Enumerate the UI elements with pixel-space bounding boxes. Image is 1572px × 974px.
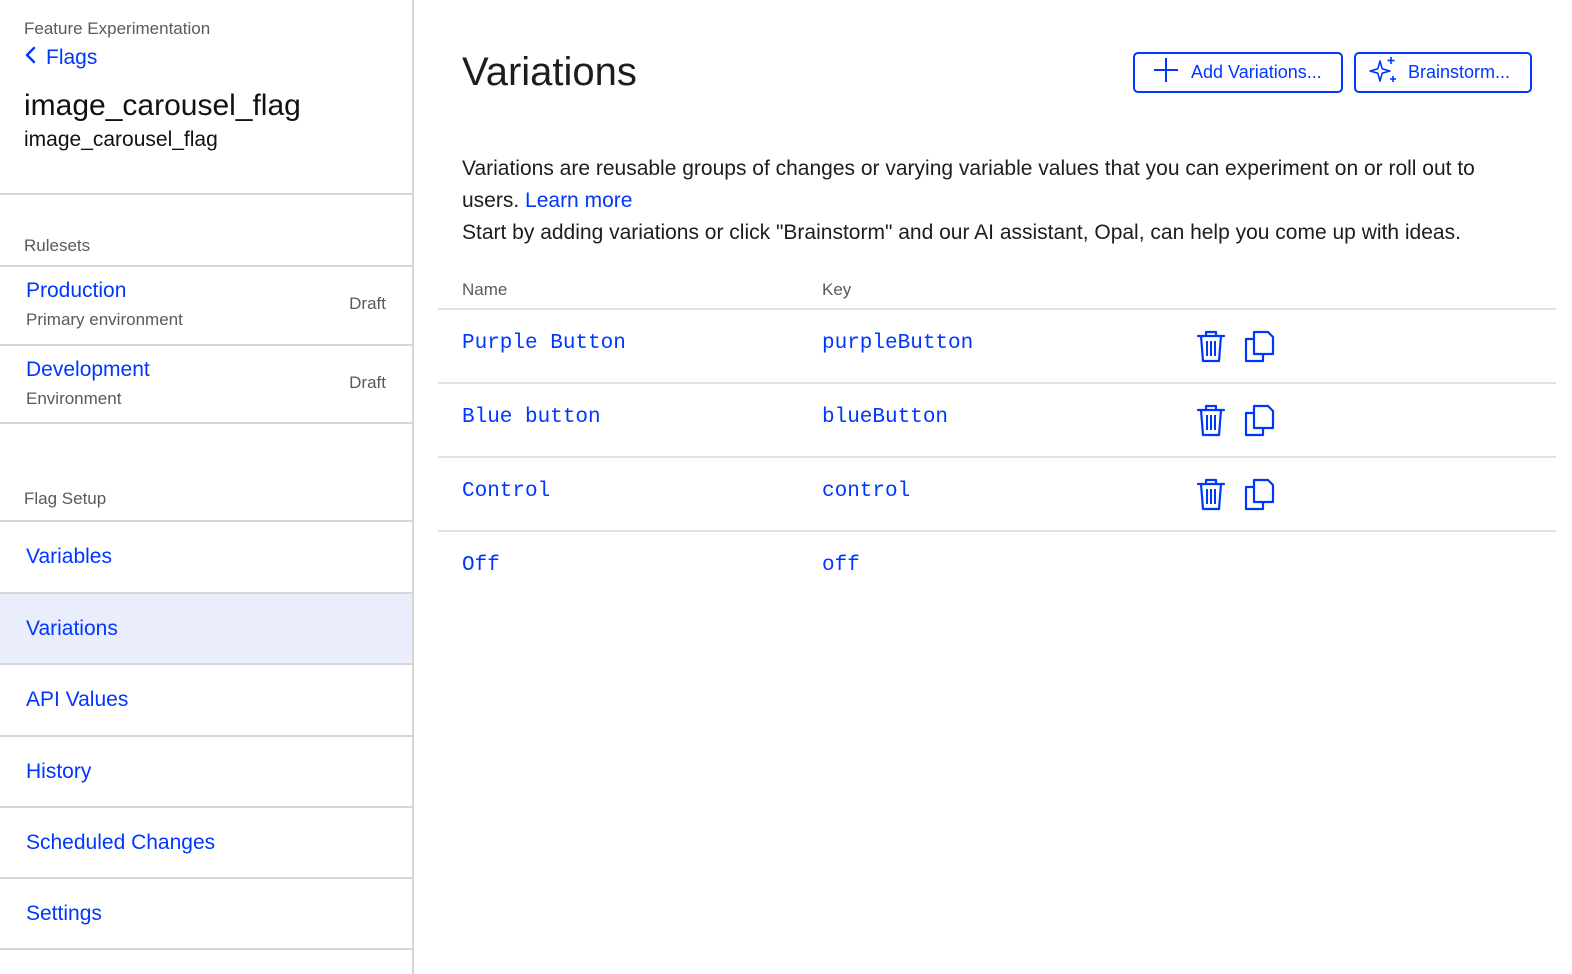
- add-variations-button[interactable]: Add Variations...: [1133, 52, 1343, 93]
- copy-icon[interactable]: [1242, 328, 1276, 364]
- nav-item-history[interactable]: History: [0, 737, 412, 807]
- ruleset-environment: Environment: [26, 389, 122, 408]
- nav-item-api-values[interactable]: API Values: [0, 665, 412, 735]
- ruleset-name: Production: [26, 279, 127, 302]
- brainstorm-button[interactable]: Brainstorm...: [1354, 52, 1532, 93]
- variation-name[interactable]: Purple Button: [462, 332, 626, 355]
- ruleset-status: Draft: [349, 294, 386, 313]
- nav-item-variations[interactable]: Variations: [0, 594, 412, 664]
- table-row: Off off: [438, 532, 1556, 606]
- copy-icon[interactable]: [1242, 476, 1276, 512]
- chevron-left-icon: [24, 46, 38, 70]
- variations-table: Name Key Purple Button purpleButton Blue…: [438, 274, 1556, 606]
- table-header: Name Key: [438, 274, 1556, 310]
- divider: [0, 193, 412, 195]
- back-link-label: Flags: [46, 46, 98, 69]
- row-actions: [1194, 402, 1276, 438]
- variation-name[interactable]: Off: [462, 554, 500, 577]
- column-header-name: Name: [462, 280, 508, 299]
- variation-key: purpleButton: [822, 332, 974, 355]
- breadcrumb: Feature Experimentation: [24, 19, 211, 38]
- sidebar: Feature Experimentation Flags image_caro…: [0, 0, 414, 974]
- nav-item-variables[interactable]: Variables: [0, 522, 412, 592]
- brainstorm-label: Brainstorm...: [1408, 62, 1511, 82]
- flag-setup-label: Flag Setup: [24, 489, 107, 508]
- flag-title: image_carousel_flag: [24, 89, 301, 122]
- ruleset-environment: Primary environment: [26, 310, 183, 329]
- variation-key: blueButton: [822, 406, 949, 429]
- ruleset-development[interactable]: Development Environment Draft: [0, 346, 412, 422]
- back-to-flags-link[interactable]: Flags: [24, 46, 97, 70]
- main-content: Variations Add Variations... Brainstorm.…: [415, 0, 1572, 974]
- nav-item-settings[interactable]: Settings: [0, 879, 412, 949]
- nav-item-scheduled-changes[interactable]: Scheduled Changes: [0, 808, 412, 878]
- ruleset-status: Draft: [349, 373, 386, 392]
- ruleset-production[interactable]: Production Primary environment Draft: [0, 267, 412, 343]
- divider: [0, 948, 412, 950]
- learn-more-link[interactable]: Learn more: [525, 189, 632, 212]
- divider: [0, 422, 412, 424]
- row-actions: [1194, 476, 1276, 512]
- copy-icon[interactable]: [1242, 402, 1276, 438]
- page-title: Variations: [462, 50, 637, 94]
- table-row: Control control: [438, 458, 1556, 532]
- variation-key: control: [822, 480, 911, 503]
- row-actions: [1194, 328, 1276, 364]
- variation-name[interactable]: Blue button: [462, 406, 601, 429]
- variation-name[interactable]: Control: [462, 480, 550, 503]
- column-header-key: Key: [822, 280, 852, 299]
- table-row: Blue button blueButton: [438, 384, 1556, 458]
- ruleset-name: Development: [26, 358, 150, 381]
- rulesets-label: Rulesets: [24, 236, 91, 255]
- trash-icon[interactable]: [1194, 476, 1228, 512]
- flag-key: image_carousel_flag: [24, 128, 218, 151]
- plus-icon: [1151, 55, 1181, 90]
- add-variations-label: Add Variations...: [1191, 62, 1322, 82]
- sparkle-icon: [1368, 55, 1398, 90]
- trash-icon[interactable]: [1194, 402, 1228, 438]
- variation-key: off: [822, 554, 860, 577]
- description: Variations are reusable groups of change…: [462, 153, 1537, 249]
- trash-icon[interactable]: [1194, 328, 1228, 364]
- description-hint: Start by adding variations or click "Bra…: [462, 221, 1461, 244]
- table-row: Purple Button purpleButton: [438, 310, 1556, 384]
